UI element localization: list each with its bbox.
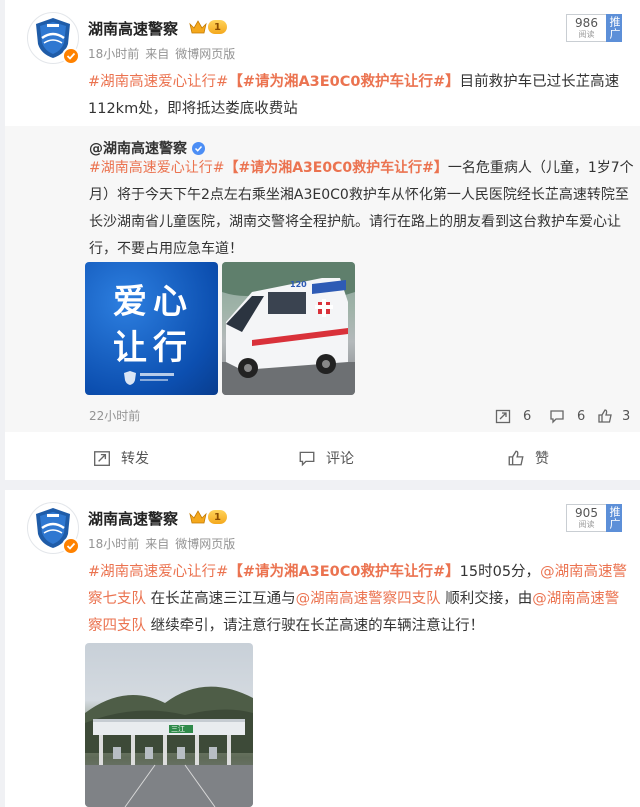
like-icon [598, 409, 612, 423]
vip-level: 1 [208, 510, 227, 524]
topic-tag[interactable]: #湖南高速爱心让行# [88, 74, 228, 90]
author-avatar[interactable] [27, 502, 80, 555]
post-text: #湖南高速爱心让行#【#请为湘A3E0C0救护车让行#】目前救护车已过长芷高速1… [88, 69, 628, 123]
verified-icon [62, 537, 80, 555]
reads-count: 986 [575, 15, 598, 30]
topic-tag[interactable]: 【#请为湘A3E0C0救护车让行#】 [228, 564, 459, 580]
post-actions: 转发 评论 赞 [5, 448, 640, 474]
repost-comment-count[interactable]: 6 [549, 408, 585, 424]
verified-icon [62, 47, 80, 65]
post-source[interactable]: 微博网页版 [175, 537, 235, 551]
repost-text: #湖南高速爱心让行#【#请为湘A3E0C0救护车让行#】一名危重病人（儿童，1岁… [89, 155, 634, 263]
ambulance-illustration [222, 262, 355, 395]
mention-link[interactable]: @湖南高速警察四支队 [296, 591, 441, 607]
promote-button[interactable]: 推广 [606, 504, 622, 532]
reads-count: 905 [575, 505, 598, 520]
crown-icon [189, 20, 207, 34]
post-image-love-yield[interactable]: 爱心 让行 [85, 262, 218, 395]
comment-button[interactable]: 评论 [298, 448, 354, 468]
police-emblem-icon [124, 371, 136, 385]
reads-counter[interactable]: 905 阅读 推广 [566, 504, 622, 532]
post-time[interactable]: 18小时前 [88, 47, 139, 61]
post-body: 继续牵引，请注意行驶在长芷高速的车辆注意让行！ [150, 618, 485, 634]
author-name[interactable]: 湖南高速警察 [88, 508, 178, 529]
like-button[interactable]: 赞 [507, 448, 549, 468]
image-text-line2: 让行 [113, 328, 193, 368]
like-count-value: 3 [622, 408, 631, 424]
promote-button[interactable]: 推广 [606, 14, 622, 42]
vip-badge[interactable]: 1 [189, 509, 227, 525]
repost-count-value: 6 [523, 408, 532, 424]
post-meta: 18小时前 来自 微博网页版 [88, 45, 241, 62]
comment-label: 评论 [326, 451, 354, 467]
author-avatar[interactable] [27, 12, 80, 65]
toll-station-illustration [85, 686, 253, 807]
source-prefix: 来自 [145, 537, 170, 551]
repost-button[interactable]: 转发 [93, 448, 149, 468]
reads-box: 986 阅读 [566, 14, 606, 42]
repost-like-count[interactable]: 3 [597, 408, 630, 424]
like-label: 赞 [535, 451, 549, 467]
vip-level: 1 [208, 20, 227, 34]
reads-label: 阅读 [578, 29, 595, 39]
crown-icon [189, 510, 207, 524]
repost-icon [94, 451, 110, 466]
repost-icon [495, 409, 511, 424]
image-caption-line [140, 379, 168, 381]
post-body: 15时05分， [459, 564, 541, 580]
repost-label: 转发 [121, 451, 149, 467]
comment-icon [299, 451, 315, 467]
post-meta: 18小时前 来自 微博网页版 [88, 535, 241, 552]
repost-time[interactable]: 22小时前 [89, 407, 140, 424]
reads-box: 905 阅读 [566, 504, 606, 532]
topic-tag[interactable]: 【#请为湘A3E0C0救护车让行#】 [228, 74, 459, 90]
repost-repost-count[interactable]: 6 [495, 408, 531, 424]
post-source[interactable]: 微博网页版 [175, 47, 235, 61]
comment-count-value: 6 [577, 408, 586, 424]
post-image-ambulance[interactable]: 120 [222, 262, 355, 395]
post-body: 在长芷高速三江互通与 [150, 591, 296, 607]
weibo-post-1: 湖南高速警察 1 18小时前 来自 微博网页版 986 阅读 推广 #湖南高速爱心让… [5, 0, 640, 480]
topic-tag[interactable]: 【#请为湘A3E0C0救护车让行#】 [224, 160, 447, 176]
post-time[interactable]: 18小时前 [88, 537, 139, 551]
like-icon [508, 450, 524, 466]
ambulance-number: 120 [290, 280, 307, 289]
reposted-content[interactable]: @湖南高速警察 #湖南高速爱心让行#【#请为湘A3E0C0救护车让行#】一名危重… [5, 126, 640, 432]
author-name[interactable]: 湖南高速警察 [88, 18, 178, 39]
toll-sign-text: 三江 [171, 725, 185, 733]
verified-icon [192, 141, 205, 155]
image-caption-line [140, 373, 174, 376]
reads-counter[interactable]: 986 阅读 推广 [566, 14, 622, 42]
weibo-post-2: 湖南高速警察 1 18小时前 来自 微博网页版 905 阅读 推广 #湖南高速爱心让… [5, 490, 640, 807]
post-image-toll-station[interactable]: 三江 [85, 643, 253, 807]
comment-icon [550, 410, 564, 424]
vip-badge[interactable]: 1 [189, 19, 227, 35]
source-prefix: 来自 [145, 47, 170, 61]
topic-tag[interactable]: #湖南高速爱心让行# [89, 160, 224, 176]
post-body: 顺利交接，由 [445, 591, 533, 607]
topic-tag[interactable]: #湖南高速爱心让行# [88, 564, 228, 580]
post-text: #湖南高速爱心让行#【#请为湘A3E0C0救护车让行#】15时05分， @湖南高速… [88, 559, 633, 640]
reads-label: 阅读 [578, 519, 595, 529]
image-text-line1: 爱心 [113, 282, 193, 322]
